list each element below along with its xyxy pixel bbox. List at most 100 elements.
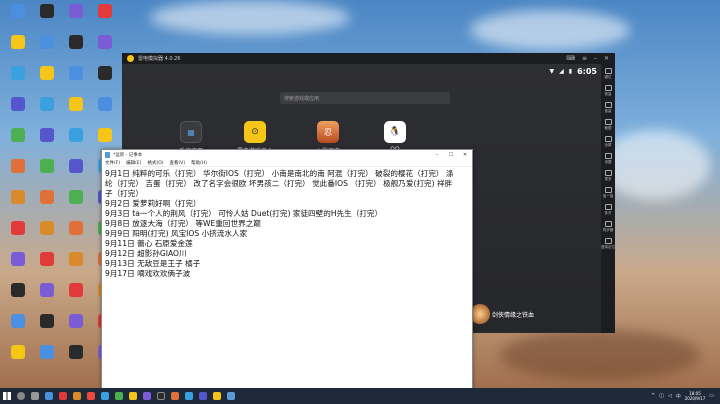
taskbar-app-icon[interactable] <box>168 388 182 404</box>
volume-icon[interactable]: ◁ <box>668 393 672 399</box>
desktop-shortcut[interactable] <box>4 126 32 158</box>
desktop-shortcut[interactable] <box>33 343 61 375</box>
taskbar-app-icon[interactable] <box>210 388 224 404</box>
desktop-shortcut[interactable] <box>33 2 61 34</box>
taskbar-app-icon[interactable] <box>140 388 154 404</box>
desktop-shortcut[interactable] <box>4 157 32 189</box>
desktop-shortcut[interactable] <box>33 188 61 220</box>
taskbar-clock[interactable]: 18:05 2020/9/17 <box>685 391 706 401</box>
desktop-shortcut[interactable] <box>91 2 119 34</box>
tray-chevron-icon[interactable]: ^ <box>651 393 655 399</box>
taskbar-app-icon[interactable] <box>112 388 126 404</box>
close-icon[interactable]: ✕ <box>604 55 609 62</box>
taskbar-notepad-icon[interactable] <box>224 388 238 404</box>
desktop-shortcut[interactable] <box>33 157 61 189</box>
sidebar-tool[interactable]: 更多 <box>604 170 612 182</box>
desktop-shortcut[interactable] <box>62 157 90 189</box>
notepad-text-area[interactable]: 9月1日 纯粹的可乐（打完） 华尔街IOS（打完） 小南是南北的南 阿混（打完）… <box>102 167 472 388</box>
desktop-shortcut[interactable] <box>62 188 90 220</box>
menu-view[interactable]: 查看(V) <box>170 160 186 166</box>
sidebar-tool[interactable]: 全屏 <box>604 136 612 148</box>
desktop-shortcut[interactable] <box>33 126 61 158</box>
desktop-shortcut[interactable] <box>33 64 61 96</box>
start-button[interactable] <box>0 388 14 404</box>
desktop-shortcut[interactable] <box>33 281 61 313</box>
taskbar-app-icon[interactable] <box>154 388 168 404</box>
desktop-shortcut[interactable] <box>4 33 32 65</box>
menu-icon[interactable]: ≡ <box>582 55 587 62</box>
desktop-shortcut[interactable] <box>4 64 32 96</box>
taskbar-app-icon[interactable] <box>196 388 210 404</box>
sidebar-tool[interactable]: 音量 <box>604 85 612 97</box>
sidebar-tool[interactable]: 虚拟定位 <box>601 238 615 250</box>
menu-file[interactable]: 文件(F) <box>105 160 120 166</box>
desktop-shortcut[interactable] <box>33 250 61 282</box>
desktop-shortcut[interactable] <box>91 64 119 96</box>
sidebar-tool[interactable]: 摇一摇 <box>603 187 613 199</box>
desktop-shortcut[interactable] <box>62 219 90 251</box>
desktop-shortcut[interactable] <box>33 33 61 65</box>
menu-help[interactable]: 帮助(H) <box>191 160 207 166</box>
text-line: 9月12日 超影孙GIAO川 <box>105 249 187 258</box>
taskbar-app-icon[interactable] <box>84 388 98 404</box>
taskbar-app-icon[interactable] <box>182 388 196 404</box>
task-view-icon[interactable] <box>28 388 42 404</box>
desktop-shortcut[interactable] <box>62 95 90 127</box>
maximize-icon[interactable]: ☐ <box>444 152 458 158</box>
desktop-shortcut[interactable] <box>62 33 90 65</box>
close-icon[interactable]: ✕ <box>458 152 472 158</box>
desktop-shortcut[interactable] <box>62 2 90 34</box>
notepad-titlebar[interactable]: *运新 - 记事本 – ☐ ✕ <box>102 150 472 160</box>
taskbar-app-icon[interactable] <box>56 388 70 404</box>
sidebar-tool[interactable]: 设置 <box>604 153 612 165</box>
desktop-shortcut[interactable] <box>62 343 90 375</box>
sidebar-tool[interactable]: 同步器 <box>603 221 613 233</box>
emulator-logo-icon <box>127 55 134 62</box>
desktop-shortcut[interactable] <box>33 312 61 344</box>
desktop-shortcut[interactable] <box>4 281 32 313</box>
tool-icon <box>604 119 612 125</box>
desktop-shortcut[interactable] <box>62 126 90 158</box>
gamepad-icon[interactable]: ⌨ <box>566 55 575 62</box>
taskbar-app-icon[interactable] <box>42 388 56 404</box>
text-line: 9月17日 嘀戏欢欢俩子波 <box>105 269 191 278</box>
desktop-shortcut[interactable] <box>4 95 32 127</box>
desktop-shortcut[interactable] <box>4 2 32 34</box>
desktop-shortcut[interactable] <box>62 312 90 344</box>
android-clock: 6:05 <box>577 67 597 76</box>
shortcut-icon <box>11 97 25 111</box>
emulator-titlebar[interactable]: 雷电模拟器 4.0.26 ⌨ ≡ – ✕ <box>122 53 615 64</box>
tool-icon <box>604 170 612 176</box>
desktop-shortcut[interactable] <box>4 343 32 375</box>
desktop-shortcut[interactable] <box>4 188 32 220</box>
taskbar-app-icon[interactable] <box>126 388 140 404</box>
menu-format[interactable]: 格式(O) <box>147 160 163 166</box>
minimize-icon[interactable]: – <box>594 55 597 62</box>
desktop-shortcut[interactable] <box>62 250 90 282</box>
desktop-shortcut[interactable] <box>62 64 90 96</box>
desktop-shortcut[interactable] <box>91 33 119 65</box>
desktop-shortcut[interactable] <box>4 250 32 282</box>
app-search-input[interactable]: 搜索游戏或应用 <box>280 92 450 104</box>
shortcut-icon <box>11 159 25 173</box>
taskbar-app-icon[interactable] <box>98 388 112 404</box>
desktop-shortcut[interactable] <box>62 281 90 313</box>
sidebar-tool[interactable]: 多开 <box>604 204 612 216</box>
desktop-shortcut[interactable] <box>4 312 32 344</box>
desktop-shortcut[interactable] <box>33 95 61 127</box>
sidebar-tool[interactable]: 音量 <box>604 102 612 114</box>
desktop-shortcut[interactable] <box>91 95 119 127</box>
menu-edit[interactable]: 编辑(E) <box>126 160 141 166</box>
game-banner[interactable]: 剑侠情缘之铁血 <box>470 297 570 331</box>
notification-icon[interactable]: ▭ <box>709 393 714 399</box>
sidebar-tool[interactable]: 截图 <box>604 119 612 131</box>
sidebar-tool[interactable]: 键位 <box>604 68 612 80</box>
desktop-shortcut[interactable] <box>33 219 61 251</box>
taskbar-app-icon[interactable] <box>70 388 84 404</box>
minimize-icon[interactable]: – <box>430 152 444 158</box>
network-icon[interactable]: ◫ <box>659 393 664 399</box>
input-language[interactable]: 中 <box>676 393 681 400</box>
game-avatar-icon <box>470 304 490 324</box>
desktop-shortcut[interactable] <box>4 219 32 251</box>
taskbar-search-icon[interactable] <box>14 388 28 404</box>
